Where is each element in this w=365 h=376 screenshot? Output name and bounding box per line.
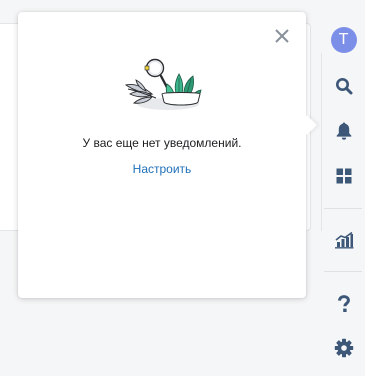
bell-icon bbox=[336, 122, 351, 140]
close-button[interactable] bbox=[272, 26, 292, 46]
bar-chart-icon bbox=[334, 231, 353, 249]
dashboard-grid-icon bbox=[336, 168, 351, 184]
notifications-button[interactable] bbox=[322, 117, 365, 145]
sidebar-divider bbox=[324, 208, 362, 209]
popup-arrow bbox=[297, 115, 317, 135]
search-button[interactable] bbox=[322, 72, 365, 100]
setup-notifications-link[interactable]: Настроить bbox=[18, 162, 306, 176]
help-button[interactable] bbox=[322, 290, 365, 318]
dashboards-button[interactable] bbox=[322, 162, 365, 190]
empty-notifications-illustration-icon bbox=[124, 58, 202, 110]
right-sidebar: T bbox=[322, 0, 365, 376]
close-icon bbox=[275, 29, 289, 43]
reports-button[interactable] bbox=[322, 226, 365, 254]
avatar: T bbox=[330, 27, 357, 53]
notifications-popup: У вас еще нет уведомлений. Настроить bbox=[18, 12, 317, 298]
empty-notifications-message: У вас еще нет уведомлений. bbox=[82, 136, 242, 150]
gear-icon bbox=[334, 338, 353, 358]
user-avatar-button[interactable]: T bbox=[322, 26, 365, 54]
search-icon bbox=[335, 78, 352, 95]
sidebar-divider bbox=[324, 271, 362, 272]
settings-button[interactable] bbox=[322, 334, 365, 362]
help-icon bbox=[337, 295, 350, 312]
